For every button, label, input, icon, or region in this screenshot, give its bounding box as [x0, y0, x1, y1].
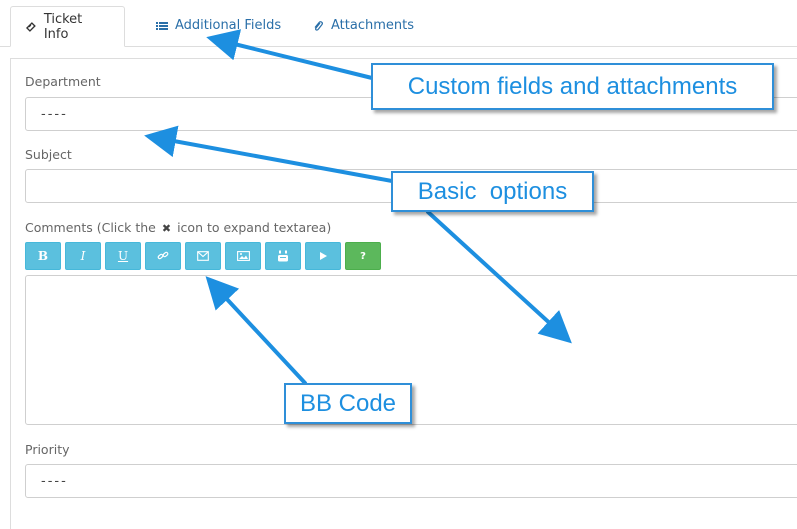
callout-bb-code: BB Code: [284, 383, 412, 424]
arrow-basic-department: [144, 125, 394, 183]
arrow-basic-textarea: [426, 210, 572, 344]
callout-basic-options: Basic options: [391, 171, 594, 212]
callout-custom-fields: Custom fields and attachments: [371, 63, 774, 110]
arrow-bbcode: [205, 276, 307, 385]
arrow-custom-fields: [206, 29, 374, 80]
